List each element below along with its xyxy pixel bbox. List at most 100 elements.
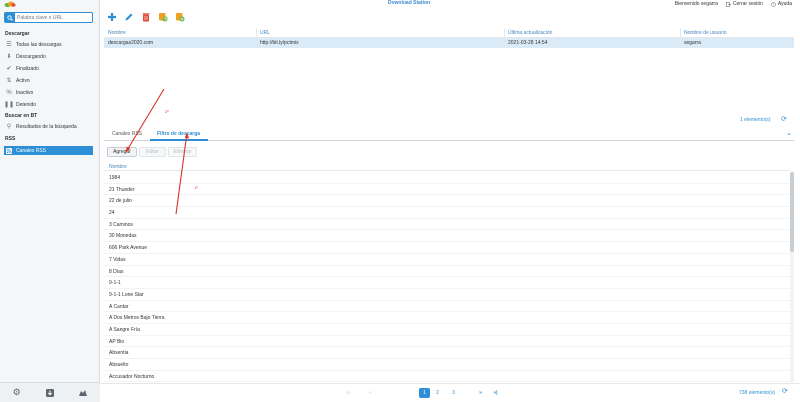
filter-name: 1984 — [109, 175, 121, 181]
download-manager-icon[interactable] — [43, 386, 57, 400]
emule-icon[interactable] — [76, 386, 90, 400]
list-item[interactable]: 7 Vidas — [104, 254, 790, 266]
delete-button[interactable] — [140, 11, 151, 22]
list-item[interactable]: AP Bio — [104, 336, 790, 348]
scrollbar-thumb[interactable] — [790, 172, 794, 252]
list-item[interactable]: 1984 — [104, 172, 790, 184]
sidebar-item-downloading[interactable]: ⬇ Descargando — [5, 52, 93, 61]
rss-icon — [5, 147, 13, 155]
list-item[interactable]: 606 Park Avenue — [104, 242, 790, 254]
list-item[interactable]: 21 Thunder — [104, 184, 790, 196]
help-icon: ? — [771, 1, 776, 7]
cell-url: http://bit.ly/pctmix — [260, 40, 299, 46]
column-divider[interactable] — [680, 28, 681, 38]
filter-name: Accusador Nocturno — [109, 373, 155, 380]
list-item[interactable]: 9-1-1 Lone Star — [104, 289, 790, 301]
sidebar-item-stopped[interactable]: ❚❚ Detenido — [4, 100, 93, 109]
prev-page-button[interactable]: « — [366, 388, 375, 398]
filter-name: 21 Thunder — [109, 186, 135, 193]
refresh-icon[interactable]: ⟳ — [781, 115, 789, 123]
edit-filter-button[interactable]: Editar — [139, 147, 166, 157]
first-page-button[interactable]: |« — [344, 388, 353, 398]
sidebar-item-label: Finalizado — [16, 65, 39, 72]
edit-button[interactable] — [123, 11, 134, 22]
list-item[interactable]: 30 Monedas — [104, 230, 790, 243]
delete-filter-button[interactable]: Eliminar — [168, 147, 197, 157]
settings-gear-icon[interactable]: ⚙ — [10, 386, 24, 400]
filter-list: 1984 21 Thunder 22 de julio 24 3 Caminos 30 M… — [104, 172, 790, 383]
page-2-button[interactable]: 2 — [433, 388, 442, 398]
sidebar-item-label: Descargando — [16, 53, 46, 60]
sidebar-heading-download: Descargar — [5, 31, 30, 37]
list-item[interactable]: 22 de julio — [104, 195, 790, 208]
sidebar-item-label: Resultados de la búsqueda — [16, 123, 77, 130]
sidebar-item-label: Activo — [16, 77, 30, 84]
column-divider[interactable] — [504, 28, 505, 38]
filter-name: A Cantar — [109, 303, 129, 310]
logout-link[interactable]: Cerrar sesión — [725, 1, 763, 7]
page-1-button[interactable]: 1 — [419, 388, 430, 398]
list-item[interactable]: 24 — [104, 207, 790, 219]
column-header-name[interactable]: Nombre — [109, 164, 127, 170]
search-icon[interactable] — [5, 13, 15, 22]
column-header-username[interactable]: Nombre de usuario — [684, 30, 727, 36]
filter-list-scrollbar[interactable] — [790, 172, 794, 382]
sidebar-item-label: Todas las descargas — [16, 41, 62, 48]
download-arrow-icon: ⬇ — [6, 54, 12, 60]
list-item[interactable]: A Sangre Fría — [104, 324, 790, 336]
filters-item-count: 738 elemento(s) — [739, 390, 776, 396]
logout-label: Cerrar sesión — [732, 1, 763, 7]
filter-name: 9-1-1 — [109, 280, 121, 287]
user-area: Bienvenido segarra Cerrar sesión ? Ayuda — [675, 1, 792, 7]
list-item[interactable]: 3 Caminos — [104, 219, 790, 231]
list-item[interactable]: A Dos Metros Bajo Tierra — [104, 312, 790, 324]
column-header-last-update[interactable]: Última actualización — [508, 30, 552, 36]
welcome-text: Bienvenido segarra — [674, 1, 718, 7]
list-item[interactable]: A Cantar — [104, 301, 790, 313]
column-header-url[interactable]: URL — [260, 30, 270, 36]
sidebar-item-all-downloads[interactable]: ☰ Todas las descargas — [5, 40, 93, 49]
table-row[interactable]: descargas2020.com http://bit.ly/pctmix 2… — [104, 38, 794, 48]
list-item[interactable]: 8 Días — [104, 266, 790, 278]
add-button[interactable] — [106, 11, 117, 22]
search-field[interactable] — [4, 12, 93, 23]
add-feed-button[interactable] — [174, 11, 185, 22]
cell-name: descargas2020.com — [108, 40, 154, 46]
list-item[interactable]: Absuelto — [104, 359, 790, 371]
filter-name: 3 Caminos — [109, 221, 133, 228]
next-page-button[interactable]: » — [476, 388, 485, 398]
last-page-button[interactable]: »| — [491, 388, 500, 398]
sidebar-item-label: Inactivo — [16, 89, 34, 96]
list-item[interactable]: Absentia — [104, 347, 790, 359]
sidebar-item-inactive[interactable]: % Inactivo — [5, 88, 93, 97]
help-label: Ayuda — [777, 1, 792, 7]
list-item[interactable]: Accusador Nocturno — [104, 371, 790, 383]
edit-pencil-icon — [125, 13, 132, 20]
sidebar-item-label: Canales RSS — [16, 147, 47, 154]
cell-username: segarra — [684, 40, 701, 46]
filter-name: 9-1-1 Lone Star — [109, 291, 144, 298]
help-link[interactable]: ? Ayuda — [771, 1, 792, 7]
active-tab-indicator — [150, 139, 208, 141]
app-title: Download Station — [387, 0, 431, 6]
filter-name: A Dos Metros Bajo Tierra — [109, 315, 165, 322]
tab-rss-feeds[interactable]: Canales RSS — [112, 131, 142, 137]
refresh-icon[interactable]: ⟳ — [782, 387, 788, 395]
page-3-button[interactable]: 3 — [449, 388, 458, 398]
refresh-feed-button[interactable] — [157, 11, 168, 22]
sidebar-item-finished[interactable]: ✔ Finalizado — [5, 64, 93, 73]
add-filter-button[interactable]: Agregar — [107, 147, 137, 157]
delete-trash-icon — [142, 12, 149, 21]
sidebar-item-search-results[interactable]: ⚲ Resultados de la búsqueda — [5, 122, 93, 131]
sidebar-item-active[interactable]: ⇅ Activo — [5, 76, 93, 85]
detail-tabs: Canales RSS Filtro de descarga ⌄ — [104, 128, 794, 141]
column-divider[interactable] — [256, 28, 257, 38]
search-input[interactable] — [17, 14, 91, 21]
collapse-panel-icon[interactable]: ⌄ — [786, 129, 792, 137]
list-item[interactable]: 9-1-1 — [104, 277, 790, 289]
filter-name: 8 Días — [109, 268, 124, 275]
tab-download-filter[interactable]: Filtro de descarga — [157, 131, 200, 137]
column-header-name[interactable]: Nombre — [108, 30, 126, 36]
sidebar-item-rss-feeds[interactable]: Canales RSS — [4, 146, 93, 155]
filter-name: 22 de julio — [109, 198, 132, 205]
